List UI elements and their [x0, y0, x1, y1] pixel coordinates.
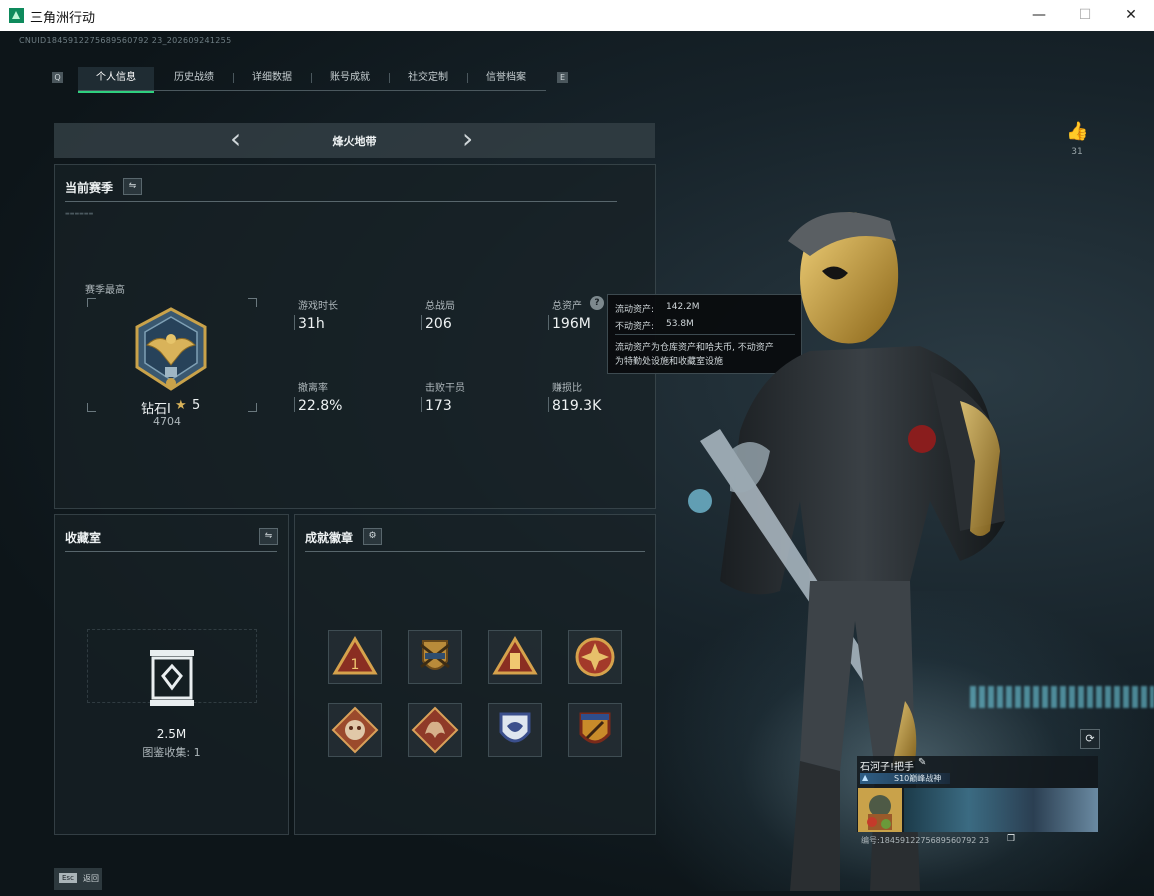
profile-banner	[904, 788, 1098, 832]
tab-reputation[interactable]: 信誉档案	[468, 67, 544, 91]
frame-corner	[248, 403, 257, 412]
achievements-panel: 成就徽章 ⚙ 1	[294, 514, 656, 835]
tab-social[interactable]: 社交定制	[390, 67, 466, 91]
thumbs-up-icon[interactable]: 👍	[1066, 121, 1088, 142]
tab-match-history[interactable]: 历史战绩	[156, 67, 232, 91]
maximize-button[interactable]: ☐	[1062, 0, 1108, 31]
profile-tag: S10巅峰战神	[894, 774, 942, 783]
profile-id: 编号:1845912275689560792 23	[861, 836, 990, 845]
stat-profit-ratio-value: 819.3K	[552, 398, 602, 414]
game-viewport: CNUID1845912275689560792 23_202609241255…	[0, 31, 1154, 896]
badge-red-cross-emblem-icon[interactable]	[568, 630, 622, 684]
badge-shield-wings-icon[interactable]	[488, 703, 542, 757]
profile-name: 石河子!把手	[860, 762, 915, 773]
rank-star-icon: ★	[175, 398, 187, 413]
collection-swap-icon[interactable]: ⇋	[259, 528, 278, 545]
season-title: 当前赛季	[65, 181, 114, 195]
divider	[305, 551, 645, 552]
badge-1st-triangle-icon[interactable]: 1	[328, 630, 382, 684]
stat-profit-ratio-label: 赚损比	[552, 383, 582, 394]
season-swap-icon[interactable]: ⇋	[123, 178, 142, 195]
tab-prev-key-icon[interactable]: Q	[52, 72, 63, 83]
stat-playtime-value: 31h	[298, 316, 325, 332]
stat-extract-rate-label: 撤离率	[298, 383, 328, 394]
season-panel: 当前赛季 ⇋ ▬▬▬▬▬▬ 赛季最高 钻石Ⅰ ★ 5 4704 游戏时长 31h…	[54, 164, 656, 509]
achievements-title: 成就徽章	[305, 531, 354, 545]
stat-bar	[294, 397, 295, 412]
tooltip-liquid-label: 流动资产:	[615, 305, 655, 315]
rank-chevron-icon: ▲	[862, 773, 869, 782]
rank-stars: 5	[192, 398, 201, 413]
mode-selector: ‹ 烽火地带 ›	[54, 123, 655, 158]
profile-tabs: Q 个人信息 历史战绩 详细数据 账号成就 社交定制 信誉档案 E	[52, 67, 572, 93]
collection-case-icon[interactable]	[147, 648, 197, 708]
stat-bar	[421, 315, 422, 330]
frame-corner	[248, 298, 257, 307]
esc-back-button[interactable]: Esc 返回	[54, 868, 102, 890]
stat-kills-value: 173	[425, 398, 452, 414]
profile-avatar	[858, 788, 902, 832]
stat-assets-label: 总资产	[552, 301, 582, 312]
profile-tag-bar: ▲ S10巅峰战神	[860, 773, 950, 784]
stat-assets-value: 196M	[552, 316, 591, 332]
close-button[interactable]: ✕	[1108, 0, 1154, 31]
profile-card[interactable]: 石河子!把手 ✎ ▲ S10巅峰战神	[857, 756, 1098, 832]
collection-title: 收藏室	[65, 531, 102, 545]
esc-key-icon: Esc	[59, 873, 77, 883]
collection-caption: 图鉴收集: 1	[142, 746, 201, 759]
season-peak-label: 赛季最高	[85, 285, 125, 296]
badge-gold-rifle-icon[interactable]	[568, 703, 622, 757]
stat-bar	[548, 397, 549, 412]
achievements-settings-gear-icon[interactable]: ⚙	[363, 528, 382, 545]
panel-deco-text: ▬▬▬▬▬▬	[65, 211, 94, 217]
stat-bar	[421, 397, 422, 412]
mode-next-chevron-icon[interactable]: ›	[462, 125, 473, 153]
stat-matches-label: 总战局	[425, 301, 455, 312]
svg-text:1: 1	[351, 657, 360, 673]
window-titlebar: 三角洲行动 — ☐ ✕	[0, 0, 1154, 32]
window-title: 三角洲行动	[30, 11, 96, 26]
edit-pencil-icon[interactable]: ✎	[918, 757, 926, 768]
divider	[65, 201, 617, 202]
collection-value: 2.5M	[156, 727, 187, 741]
minimize-button[interactable]: —	[1016, 0, 1062, 31]
badge-tower-triangle-icon[interactable]	[488, 630, 542, 684]
stat-matches-value: 206	[425, 316, 452, 332]
frame-corner	[87, 298, 96, 307]
tab-next-key-icon[interactable]: E	[557, 72, 568, 83]
frame-corner	[87, 403, 96, 412]
assets-help-icon[interactable]: ?	[590, 296, 604, 310]
stat-playtime-label: 游戏时长	[298, 301, 338, 312]
rank-points: 4704	[153, 415, 181, 428]
uid-line: CNUID1845912275689560792 23_202609241255	[19, 36, 232, 45]
stat-kills-label: 击败干员	[425, 383, 465, 394]
divider	[65, 551, 277, 552]
badge-beast-diamond-icon[interactable]	[328, 703, 382, 757]
like-count: 31	[1071, 147, 1083, 157]
rank-diamond-emblem-icon	[135, 307, 207, 391]
stat-bar	[548, 315, 549, 330]
app-logo-icon	[9, 8, 24, 23]
collection-panel: 收藏室 ⇋ 2.5M 图鉴收集: 1	[54, 514, 289, 835]
mode-name: 烽火地带	[332, 135, 377, 148]
esc-label: 返回	[83, 874, 99, 883]
tab-achievements[interactable]: 账号成就	[312, 67, 388, 91]
tooltip-fixed-label: 不动资产:	[615, 322, 655, 332]
badge-dragon-diamond-icon[interactable]	[408, 703, 462, 757]
tab-detailed-data[interactable]: 详细数据	[234, 67, 310, 91]
refresh-icon[interactable]: ⟳	[1080, 729, 1100, 749]
stat-extract-rate-value: 22.8%	[298, 398, 343, 414]
copy-icon[interactable]: ❐	[1007, 834, 1015, 844]
tabs-underline	[78, 90, 546, 91]
stat-bar	[294, 315, 295, 330]
badge-crossed-rifles-icon[interactable]	[408, 630, 462, 684]
